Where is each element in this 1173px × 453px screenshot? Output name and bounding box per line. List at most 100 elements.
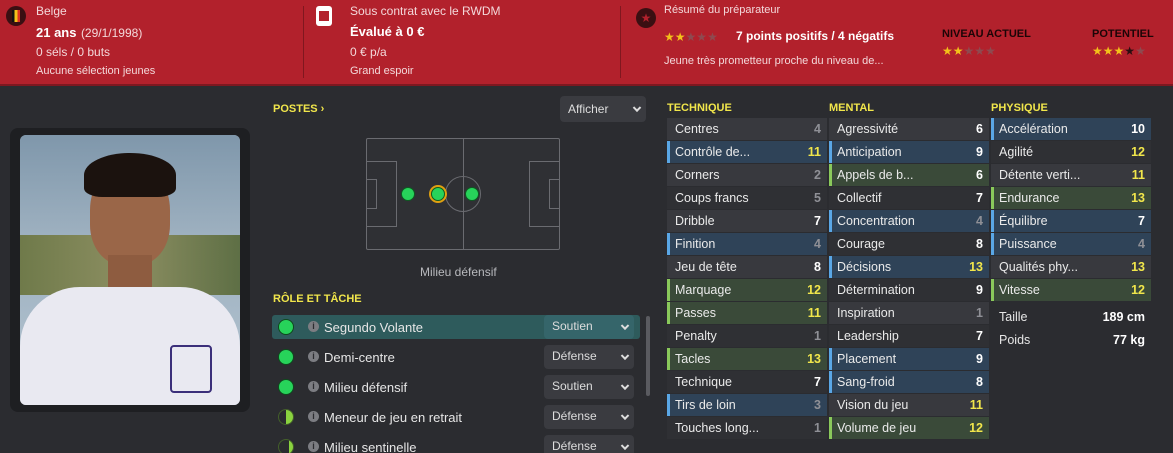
- weight-value: 77 kg: [1113, 333, 1145, 347]
- attribute-value: 13: [969, 260, 983, 274]
- international-caps: 0 séls / 0 buts: [36, 45, 111, 59]
- attribute-value: 10: [1131, 122, 1145, 136]
- attribute-name: Vision du jeu: [837, 398, 909, 412]
- prospect-label: Grand espoir: [350, 65, 414, 77]
- attribute-row[interactable]: Qualités phy... 13: [991, 256, 1151, 278]
- attribute-row[interactable]: Volume de jeu 12: [829, 417, 989, 439]
- attribute-row[interactable]: Technique 7: [667, 371, 827, 393]
- attribute-value: 6: [976, 168, 983, 182]
- attribute-row[interactable]: Touches long... 1: [667, 417, 827, 439]
- position-dot-dm-selected[interactable]: [431, 187, 445, 201]
- position-dot-mc[interactable]: [465, 187, 479, 201]
- attribute-row[interactable]: Vitesse 12: [991, 279, 1151, 301]
- chevron-down-icon: [632, 103, 642, 113]
- duty-dropdown[interactable]: Soutien: [544, 375, 634, 399]
- attribute-row[interactable]: Centres 4: [667, 118, 827, 140]
- duty-dropdown[interactable]: Soutien: [544, 315, 634, 339]
- role-rating-icon: [278, 409, 294, 425]
- attribute-name: Appels de b...: [829, 164, 913, 186]
- position-dot-dm[interactable]: [401, 187, 415, 201]
- roles-scrollbar[interactable]: [646, 316, 650, 396]
- attribute-row[interactable]: Passes 11: [667, 302, 827, 324]
- info-icon[interactable]: i: [308, 411, 319, 422]
- attribute-row[interactable]: Sang-froid 8: [829, 371, 989, 393]
- attribute-row[interactable]: Anticipation 9: [829, 141, 989, 163]
- attribute-name: Passes: [667, 302, 716, 324]
- duty-dropdown[interactable]: Défense: [544, 405, 634, 429]
- attribute-row[interactable]: Jeu de tête 8: [667, 256, 827, 278]
- attribute-row[interactable]: Tacles 13: [667, 348, 827, 370]
- role-row-meneur-de-jeu[interactable]: i Meneur de jeu en retrait Défense: [272, 405, 640, 429]
- attribute-row[interactable]: Courage 8: [829, 233, 989, 255]
- attribute-name: Détermination: [837, 283, 915, 297]
- club-badge-icon: [316, 6, 332, 26]
- attribute-row[interactable]: Coups francs 5: [667, 187, 827, 209]
- attribute-value: 1: [814, 329, 821, 343]
- attribute-row[interactable]: Endurance 13: [991, 187, 1151, 209]
- chevron-down-icon: [620, 351, 630, 361]
- role-row-segundo-volante[interactable]: i Segundo Volante Soutien: [272, 315, 640, 339]
- attribute-row[interactable]: Penalty 1: [667, 325, 827, 347]
- current-ability-stars: ★★★★★: [942, 42, 996, 60]
- attribute-row[interactable]: Détermination 9: [829, 279, 989, 301]
- attribute-row[interactable]: Contrôle de... 11: [667, 141, 827, 163]
- info-icon[interactable]: i: [308, 381, 319, 392]
- attribute-row[interactable]: Placement 9: [829, 348, 989, 370]
- attribute-row[interactable]: Marquage 12: [667, 279, 827, 301]
- attribute-row[interactable]: Leadership 7: [829, 325, 989, 347]
- star-icon: ★: [985, 44, 996, 58]
- attribute-name: Touches long...: [675, 421, 760, 435]
- contract-status: Sous contrat avec le RWDM: [350, 4, 501, 18]
- role-rating-icon: [278, 319, 294, 335]
- player-photo-frame: [10, 128, 250, 412]
- attribute-name: Endurance: [991, 187, 1059, 209]
- info-icon[interactable]: i: [308, 321, 319, 332]
- attribute-row[interactable]: Agressivité 6: [829, 118, 989, 140]
- attribute-row[interactable]: Tirs de loin 3: [667, 394, 827, 416]
- attribute-name: Courage: [837, 237, 885, 251]
- attribute-name: Contrôle de...: [667, 141, 750, 163]
- attribute-value: 11: [1131, 168, 1145, 182]
- show-dropdown-button[interactable]: Afficher: [560, 96, 646, 122]
- attribute-name: Agilité: [999, 145, 1034, 159]
- attribute-row[interactable]: Collectif 7: [829, 187, 989, 209]
- divider: [620, 6, 621, 78]
- attribute-row[interactable]: Détente verti... 11: [991, 164, 1151, 186]
- attribute-row[interactable]: Appels de b... 6: [829, 164, 989, 186]
- duty-dropdown[interactable]: Défense: [544, 435, 634, 453]
- attribute-row[interactable]: Corners 2: [667, 164, 827, 186]
- info-icon[interactable]: i: [308, 441, 319, 452]
- attribute-row[interactable]: Agilité 12: [991, 141, 1151, 163]
- attribute-value: 5: [814, 191, 821, 205]
- info-icon[interactable]: i: [308, 351, 319, 362]
- role-row-demi-centre[interactable]: i Demi-centre Défense: [272, 345, 640, 369]
- player-photo: [20, 135, 240, 405]
- attribute-row[interactable]: Vision du jeu 11: [829, 394, 989, 416]
- positions-title[interactable]: POSTES ›: [273, 103, 324, 115]
- star-icon: ★: [1092, 44, 1103, 58]
- role-row-milieu-sentinelle[interactable]: i Milieu sentinelle Défense: [272, 435, 640, 453]
- header-scout-report[interactable]: ★ Résumé du préparateur ★★★★★ 7 points p…: [636, 0, 1166, 84]
- attribute-value: 8: [814, 260, 821, 274]
- attribute-name: Accélération: [991, 118, 1068, 140]
- attribute-row[interactable]: Inspiration 1: [829, 302, 989, 324]
- attribute-row[interactable]: Équilibre 7: [991, 210, 1151, 232]
- role-row-milieu-defensif[interactable]: i Milieu défensif Soutien: [272, 375, 640, 399]
- nation-flag-icon: [6, 6, 26, 26]
- duty-dropdown[interactable]: Défense: [544, 345, 634, 369]
- height-label: Taille: [999, 310, 1028, 324]
- attribute-value: 8: [976, 237, 983, 251]
- date-of-birth: (29/1/1998): [80, 26, 143, 40]
- attribute-row[interactable]: Décisions 13: [829, 256, 989, 278]
- attribute-row[interactable]: Concentration 4: [829, 210, 989, 232]
- attribute-row[interactable]: Puissance 4: [991, 233, 1151, 255]
- attribute-value: 7: [976, 329, 983, 343]
- attribute-row[interactable]: Finition 4: [667, 233, 827, 255]
- attribute-name: Inspiration: [837, 306, 895, 320]
- attribute-row[interactable]: Dribble 7: [667, 210, 827, 232]
- attribute-row[interactable]: Accélération 10: [991, 118, 1151, 140]
- role-rating-icon: [278, 349, 294, 365]
- position-pitch[interactable]: [366, 138, 560, 250]
- attribute-value: 6: [976, 122, 983, 136]
- technique-title: TECHNIQUE: [667, 102, 732, 114]
